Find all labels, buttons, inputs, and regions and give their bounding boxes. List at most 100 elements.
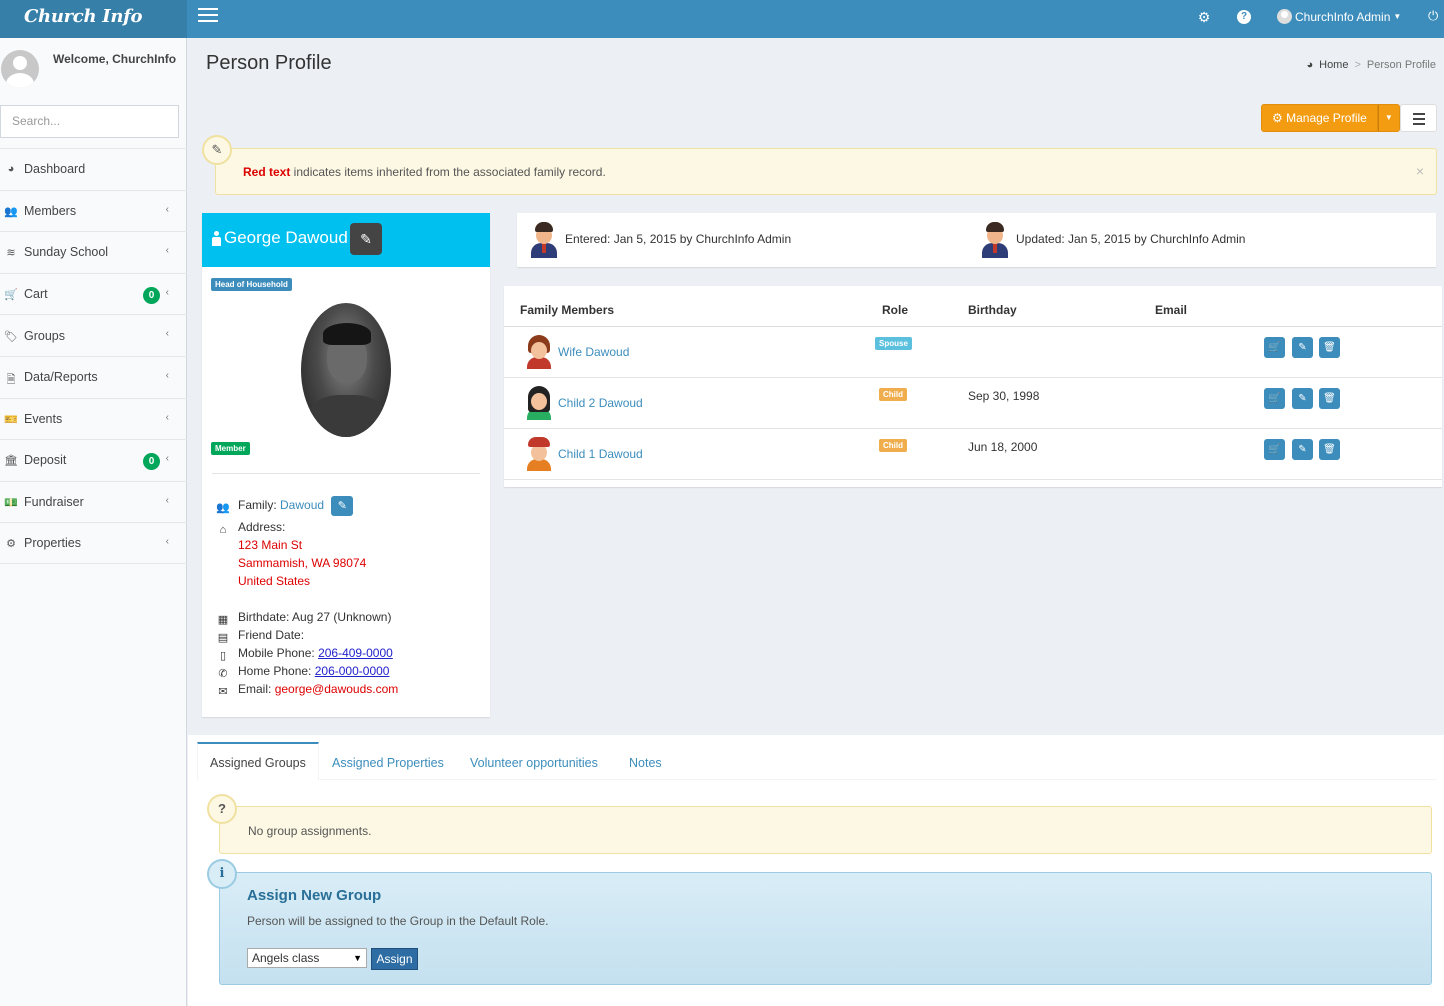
dashboard-icon: ◕ (7, 163, 15, 176)
sidebar-item-cart[interactable]: 🛒 Cart 0 ‹ (0, 272, 187, 315)
manage-profile-dropdown-toggle[interactable]: ▼ (1377, 104, 1400, 132)
avatar (1, 50, 39, 88)
girl-avatar-icon (524, 386, 554, 420)
sidebar-item-properties[interactable]: ⚙ Properties ‹ (0, 522, 187, 564)
cart-count-badge: 0 (143, 286, 160, 304)
notice-body: indicates items inherited from the assoc… (290, 165, 606, 179)
entered-text: Entered: Jan 5, 2015 by ChurchInfo Admin (565, 232, 792, 246)
column-header: Role (882, 303, 909, 317)
family-link[interactable]: Dawoud (280, 498, 324, 512)
sidebar-item-groups[interactable]: 🏷 Groups ‹ (0, 314, 187, 356)
envelope-icon: ✉ (218, 686, 228, 698)
help-icon[interactable]: ? (1237, 10, 1251, 24)
family-member-link[interactable]: Child 1 Dawoud (558, 447, 643, 461)
role-badge: Child (879, 439, 907, 452)
breadcrumb-home-link[interactable]: Home (1319, 59, 1348, 71)
chevron-left-icon: ‹ (165, 245, 169, 257)
sidebar-item-members[interactable]: 👥 Members ‹ (0, 189, 187, 232)
sidebar-item-label: Groups (24, 328, 65, 343)
list-icon-bar (1413, 123, 1425, 125)
sidebar-toggle-icon[interactable] (198, 8, 218, 24)
user-avatar-icon (1277, 9, 1292, 24)
sidebar-item-fundraiser[interactable]: 💵 Fundraiser ‹ (0, 480, 187, 523)
sidebar-item-deposit[interactable]: 🏛 Deposit 0 ‹ (0, 439, 187, 481)
role-badge: Spouse (875, 337, 912, 350)
select-arrow-icon: ▼ (353, 953, 362, 963)
divider (212, 473, 480, 474)
family-row: 👥 Family: Dawoud ✎ (216, 496, 484, 516)
list-view-button[interactable] (1400, 104, 1437, 132)
list-icon-bar (1413, 118, 1425, 120)
cogs-icon: ⚙ (6, 538, 16, 551)
male-icon (212, 230, 221, 246)
user-menu[interactable]: ChurchInfo Admin ▼ (1277, 9, 1401, 24)
logout-power-icon[interactable]: ⏻ (1428, 8, 1438, 24)
dashboard-icon: ◕ (1306, 59, 1314, 71)
sidebar-item-label: Deposit (24, 453, 67, 468)
chevron-left-icon: ‹ (165, 286, 169, 298)
mobile-row: ▯ Mobile Phone: 206-409-0000 (216, 644, 484, 662)
file-icon: 🗎 (6, 374, 16, 387)
delete-member-button[interactable]: 🗑 (1319, 439, 1340, 460)
family-member-link[interactable]: Child 2 Dawoud (558, 396, 643, 410)
settings-gear-icon[interactable]: ⚙ (1197, 10, 1211, 24)
family-member-link[interactable]: Wife Dawoud (558, 345, 629, 359)
gear-icon: ⚙ (1272, 111, 1283, 125)
edit-family-button[interactable]: ✎ (331, 496, 354, 516)
no-groups-callout: No group assignments. (219, 806, 1432, 854)
search-input[interactable]: Search... (0, 105, 179, 138)
home-phone-link[interactable]: 206-000-0000 (315, 664, 390, 678)
edit-person-button[interactable]: ✎ (350, 223, 382, 255)
sidebar-item-data-reports[interactable]: 🗎 Data/Reports ‹ (0, 355, 187, 398)
photo-shirt (309, 395, 385, 437)
entered-by-avatar-icon (529, 222, 559, 258)
home-phone-label: Home Phone: (238, 664, 312, 678)
add-to-cart-button[interactable]: 🛒 (1264, 439, 1285, 460)
email-link[interactable]: george@dawouds.com (275, 682, 399, 696)
assign-group-description: Person will be assigned to the Group in … (247, 914, 549, 928)
delete-member-button[interactable]: 🗑 (1319, 337, 1340, 358)
close-icon[interactable]: × (1416, 163, 1424, 179)
photo-hair (323, 323, 371, 345)
assign-button[interactable]: Assign (371, 948, 418, 970)
edit-member-button[interactable]: ✎ (1292, 388, 1313, 409)
manage-profile-button[interactable]: ⚙ Manage Profile (1261, 104, 1378, 132)
page-header: Person Profile ◕ Home > Person Profile (188, 38, 1444, 86)
sidebar-item-events[interactable]: 🎫 Events ‹ (0, 397, 187, 440)
tab-assigned-properties[interactable]: Assigned Properties (320, 742, 456, 780)
mobile-phone-link[interactable]: 206-409-0000 (318, 646, 393, 660)
sidebar-item-sunday-school[interactable]: ≋ Sunday School ‹ (0, 231, 187, 273)
edit-member-button[interactable]: ✎ (1292, 337, 1313, 358)
sidebar-item-dashboard[interactable]: ◕ Dashboard (0, 148, 187, 190)
add-to-cart-button[interactable]: 🛒 (1264, 337, 1285, 358)
top-navbar: Church Info CRM ⚙ ? ChurchInfo Admin ▼ ⏻ (0, 0, 1444, 61)
manage-profile-label: Manage Profile (1286, 111, 1367, 125)
address-label: Address: (238, 520, 286, 534)
tab-notes[interactable]: Notes (617, 742, 674, 780)
boy-avatar-icon (524, 437, 554, 471)
sidebar-item-label: Dashboard (24, 162, 86, 177)
family-label: Family: (238, 498, 277, 513)
delete-member-button[interactable]: 🗑 (1319, 388, 1340, 409)
user-panel: Welcome, ChurchInfo (0, 46, 187, 92)
tab-volunteer-opportunities[interactable]: Volunteer opportunities (458, 742, 610, 780)
magic-wand-icon: ✎ (202, 135, 232, 165)
birthday-cell: Sep 30, 1998 (968, 389, 1040, 403)
app-logo[interactable]: Church Info CRM (0, 0, 187, 61)
friend-date-row: ▤ Friend Date: (216, 626, 484, 644)
page-title: Person Profile (206, 52, 332, 74)
edit-member-button[interactable]: ✎ (1292, 439, 1313, 460)
updated-text: Updated: Jan 5, 2015 by ChurchInfo Admin (1016, 232, 1246, 246)
tabs-panel: Assigned Groups Assigned Properties Volu… (188, 735, 1444, 1006)
tab-assigned-groups[interactable]: Assigned Groups (197, 742, 319, 780)
sidebar: Welcome, ChurchInfo Search... ◕ Dashboar… (0, 38, 187, 1006)
address-line: Sammamish, WA 98074 (238, 556, 367, 570)
role-badge: Child (879, 388, 907, 401)
add-to-cart-button[interactable]: 🛒 (1264, 388, 1285, 409)
group-select[interactable]: Angels class ▼ (247, 948, 367, 968)
red-text-label: Red text (243, 165, 291, 179)
female-avatar-icon (524, 335, 554, 369)
friend-date-label: Friend Date: (238, 628, 305, 642)
user-menu-label: ChurchInfo Admin (1295, 9, 1391, 24)
table-header: Family Members Role Birthday Email (504, 286, 1442, 327)
